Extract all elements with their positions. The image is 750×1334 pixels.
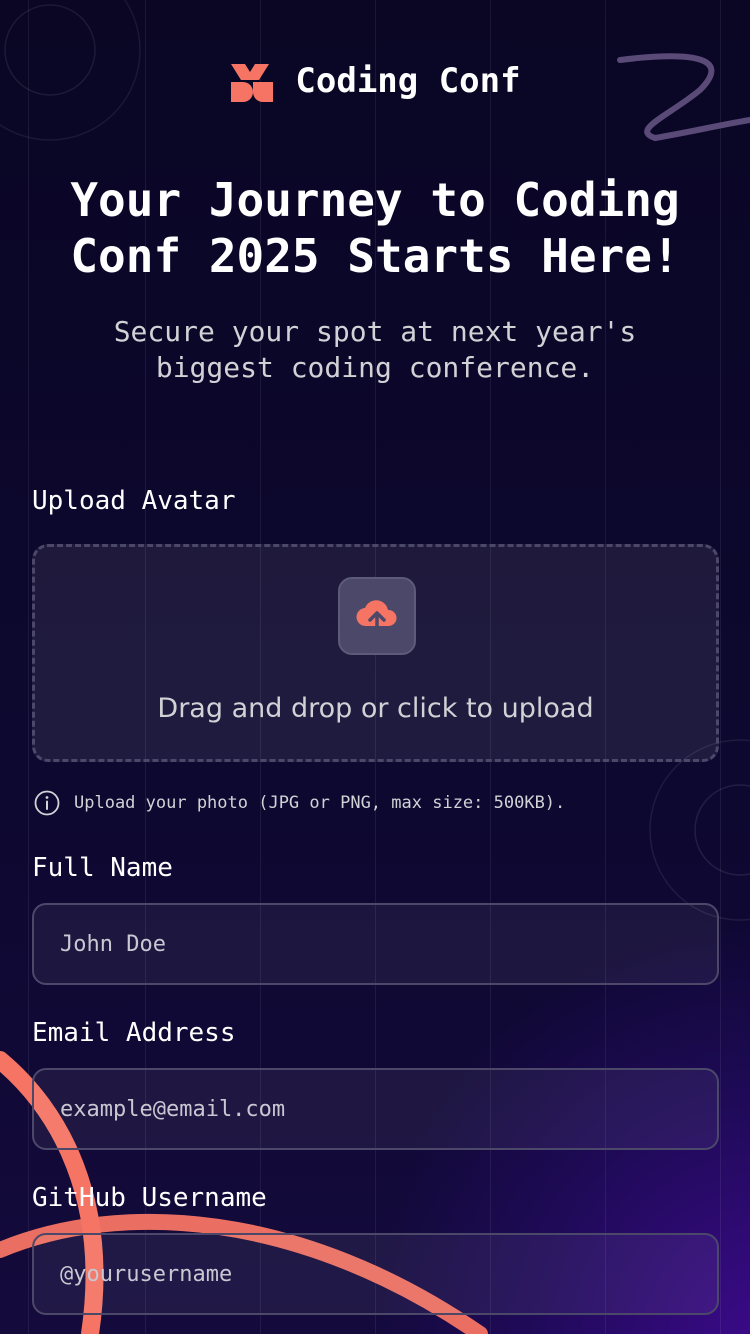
- page-title: Your Journey to Coding Conf 2025 Starts …: [70, 173, 680, 283]
- avatar-hint-text: Upload your photo (JPG or PNG, max size:…: [74, 793, 566, 813]
- coding-conf-logo-icon: [231, 64, 274, 102]
- page-subtitle: Secure your spot at next year's biggest …: [113, 315, 637, 384]
- github-label: GitHub Username: [32, 1183, 267, 1213]
- email-input[interactable]: [32, 1068, 719, 1150]
- avatar-dropzone[interactable]: Drag and drop or click to upload: [32, 544, 719, 762]
- github-username-input[interactable]: [32, 1233, 719, 1315]
- dropzone-text: Drag and drop or click to upload: [157, 693, 594, 724]
- avatar-label: Upload Avatar: [32, 486, 236, 516]
- upload-button[interactable]: [338, 577, 416, 655]
- upload-cloud-icon: [356, 600, 397, 632]
- full-name-input[interactable]: [32, 903, 719, 985]
- full-name-label: Full Name: [32, 853, 173, 883]
- email-label: Email Address: [32, 1018, 236, 1048]
- header: Coding Conf: [0, 58, 750, 104]
- brand-name: Coding Conf: [295, 61, 521, 101]
- info-icon: [34, 790, 60, 816]
- avatar-hint: Upload your photo (JPG or PNG, max size:…: [34, 790, 565, 816]
